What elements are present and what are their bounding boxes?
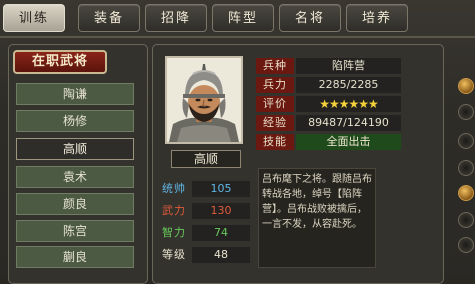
rating-stars: ★★★★★★ [296, 96, 401, 112]
stat-value: 74 [192, 225, 250, 241]
info-value: 2285/2285 [296, 77, 401, 93]
info-label: 兵力 [256, 77, 294, 93]
general-description: 吕布麾下之将。跟随吕布转战各地，绰号【陷阵营】。吕布战败被擒后，一言不发，从容赴… [258, 168, 376, 268]
stat-label: 智力 [162, 226, 186, 239]
generals-panel-title: 在职武将 [13, 50, 107, 74]
option-dot-icon[interactable] [458, 237, 474, 253]
option-dot-icon[interactable] [458, 185, 474, 201]
tab-formation[interactable]: 阵型 [212, 4, 274, 32]
info-row-troops: 兵力 2285/2285 [256, 77, 401, 94]
option-dot-icon[interactable] [458, 160, 474, 176]
stat-row-command: 统帅 105 [158, 181, 256, 198]
tab-divider [0, 36, 475, 38]
stat-row-intelligence: 智力 74 [158, 225, 256, 242]
info-label: 兵种 [256, 58, 294, 74]
info-label: 评价 [256, 96, 294, 112]
option-dot-icon[interactable] [458, 133, 474, 149]
stat-value: 105 [192, 181, 250, 197]
option-dot-icon[interactable] [458, 212, 474, 228]
info-row-rating: 评价 ★★★★★★ [256, 96, 401, 113]
info-label: 技能 [256, 134, 294, 150]
stat-row-level: 等级 48 [158, 247, 256, 264]
portrait-icon [167, 58, 241, 142]
right-options-column [449, 44, 475, 284]
info-row-troop-type: 兵种 陷阵营 [256, 58, 401, 75]
stat-row-strength: 武力 130 [158, 203, 256, 220]
option-dot-icon[interactable] [458, 78, 474, 94]
tab-bar: 训练 装备 招降 阵型 名将 培养 [0, 0, 475, 40]
info-value: 89487/124190 [296, 115, 401, 131]
stat-label: 统帅 [162, 182, 186, 195]
general-item-yuanshu[interactable]: 袁术 [16, 166, 134, 188]
info-label: 经验 [256, 115, 294, 131]
general-item-chengong[interactable]: 陈宫 [16, 220, 134, 242]
tab-train[interactable]: 训练 [3, 4, 65, 32]
general-item-kuailiang[interactable]: 蒯良 [16, 246, 134, 268]
general-name-plate: 高顺 [171, 150, 241, 168]
stat-value: 130 [192, 203, 250, 219]
stat-label: 等级 [162, 248, 186, 261]
general-item-gaoshun[interactable]: 高顺 [16, 138, 134, 160]
general-portrait [165, 56, 243, 144]
stat-label: 武力 [162, 204, 186, 217]
game-window: 训练 装备 招降 阵型 名将 培养 在职武将 陶谦 杨修 高顺 袁术 颜良 陈宫… [0, 0, 475, 284]
option-dot-icon[interactable] [458, 104, 474, 120]
info-value: 陷阵营 [296, 58, 401, 74]
skill-value[interactable]: 全面出击 [296, 134, 401, 150]
tab-recruit[interactable]: 招降 [145, 4, 207, 32]
tab-famous[interactable]: 名将 [279, 4, 341, 32]
general-item-yanliang[interactable]: 颜良 [16, 193, 134, 215]
tab-equip[interactable]: 装备 [78, 4, 140, 32]
info-row-skill: 技能 全面出击 [256, 134, 401, 151]
info-row-experience: 经验 89487/124190 [256, 115, 401, 132]
tab-cultivate[interactable]: 培养 [346, 4, 408, 32]
general-item-yangxiu[interactable]: 杨修 [16, 110, 134, 132]
general-item-taoqian[interactable]: 陶谦 [16, 83, 134, 105]
stat-value: 48 [192, 247, 250, 263]
